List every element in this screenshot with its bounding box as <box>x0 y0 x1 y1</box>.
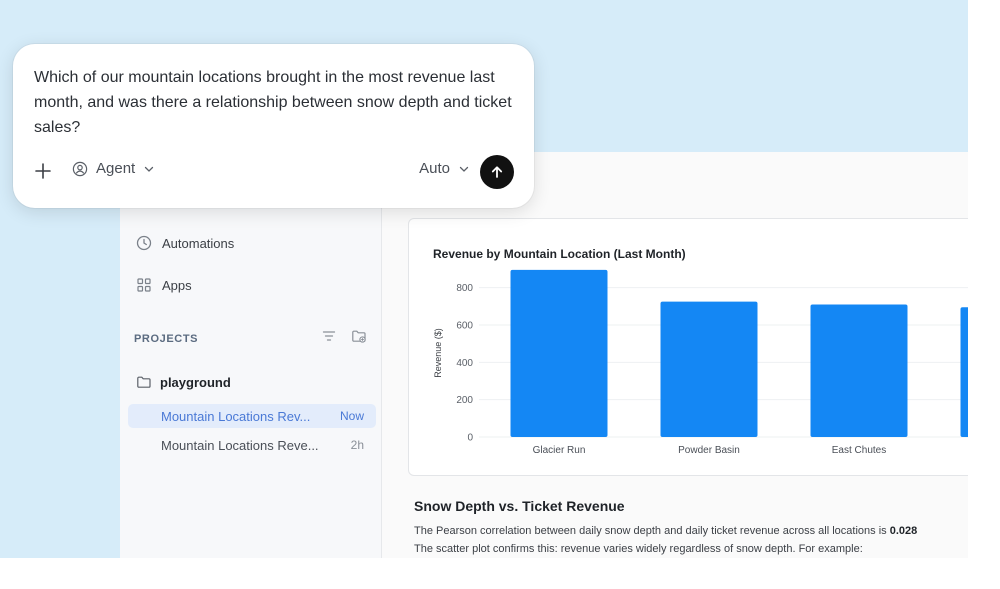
agent-mode-dropdown[interactable]: Agent <box>72 160 155 177</box>
filter-icon[interactable] <box>321 328 337 344</box>
y-tick-label: 200 <box>456 395 473 406</box>
chevron-down-icon <box>145 166 154 172</box>
composer-toolbar: Agent Auto <box>34 155 514 189</box>
chat-time: Now <box>339 409 364 423</box>
send-button[interactable] <box>480 155 514 189</box>
model-label: Auto <box>419 160 450 177</box>
bar <box>960 307 968 437</box>
app-window: Automations Apps PROJECTS playground Mou… <box>120 152 968 558</box>
x-tick-label: Powder Basin <box>678 445 740 456</box>
x-tick-label: East Chutes <box>832 445 886 456</box>
revenue-bar-chart: 0 200 400 600 800 Revenue ($) Glacier Run Powde… <box>433 269 968 456</box>
analysis-paragraph-2: The scatter plot confirms this: revenue … <box>414 543 863 555</box>
model-dropdown[interactable]: Auto <box>419 160 470 177</box>
prompt-composer: Which of our mountain locations brought … <box>13 44 534 208</box>
sidebar-item-automations[interactable]: Automations <box>136 232 234 254</box>
bar <box>510 269 608 437</box>
y-axis-label: Revenue ($) <box>433 328 443 378</box>
projects-heading: PROJECTS <box>134 333 199 345</box>
arrow-up-icon <box>491 166 503 178</box>
projects-actions <box>321 328 367 344</box>
bar <box>660 301 758 437</box>
bar <box>810 304 908 437</box>
analysis-heading: Snow Depth vs. Ticket Revenue <box>414 498 625 514</box>
analysis-paragraph-1: The Pearson correlation between daily sn… <box>414 525 917 537</box>
chevron-down-icon <box>459 166 469 172</box>
chat-title: Mountain Locations Reve... <box>161 437 319 453</box>
user-circle-icon <box>72 161 88 176</box>
grid-icon <box>137 278 151 292</box>
clock-icon <box>136 235 152 251</box>
project-folder[interactable]: playground <box>136 372 231 392</box>
correlation-value: 0.028 <box>889 525 918 537</box>
agent-label: Agent <box>96 160 136 177</box>
sidebar-item-apps[interactable]: Apps <box>136 274 192 296</box>
sidebar-item-label: Apps <box>162 277 192 293</box>
analysis-text: The Pearson correlation between daily sn… <box>414 525 887 537</box>
chat-item-active[interactable]: Mountain Locations Rev... Now <box>128 404 376 428</box>
folder-icon <box>137 376 151 388</box>
x-tick-label: Glacier Run <box>533 445 586 456</box>
chat-title: Mountain Locations Rev... <box>161 408 311 424</box>
chat-time: 2h <box>350 438 364 452</box>
screenshot-stage: Automations Apps PROJECTS playground Mou… <box>0 0 1000 589</box>
chat-item[interactable]: Mountain Locations Reve... 2h <box>128 433 376 457</box>
y-tick-label: 800 <box>456 283 473 294</box>
y-tick-label: 600 <box>456 321 473 332</box>
chart-card: Revenue by Mountain Location (Last Month… <box>408 218 968 476</box>
prompt-input[interactable]: Which of our mountain locations brought … <box>34 65 514 140</box>
sidebar-item-label: Automations <box>162 235 235 251</box>
folder-name: playground <box>160 374 231 390</box>
conversation-panel: Revenue by Mountain Location (Last Month… <box>382 152 968 558</box>
y-tick-label: 0 <box>467 433 473 444</box>
new-folder-icon[interactable] <box>351 328 367 344</box>
sidebar: Automations Apps PROJECTS playground Mou… <box>120 152 382 558</box>
y-tick-label: 400 <box>456 358 473 369</box>
plus-icon[interactable] <box>34 162 52 180</box>
